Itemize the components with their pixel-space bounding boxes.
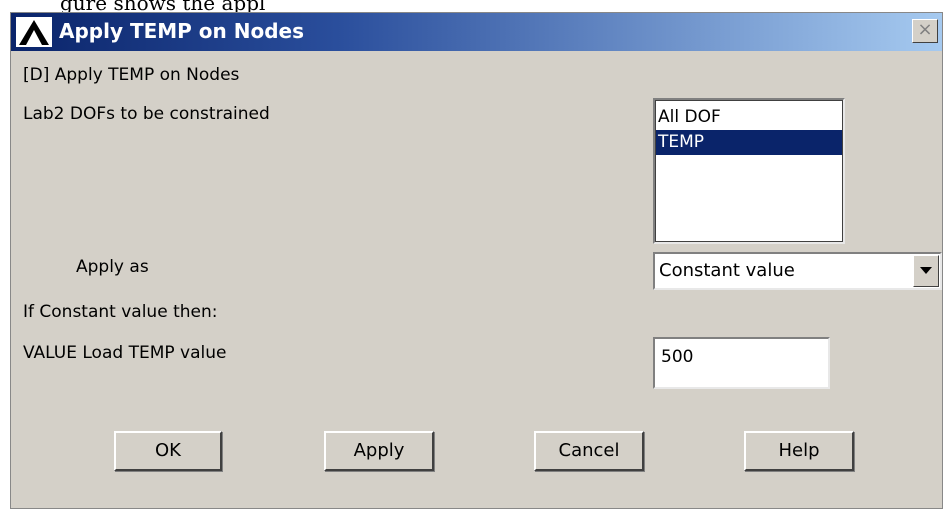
apply-temp-dialog: Apply TEMP on Nodes × [D] Apply TEMP on … xyxy=(10,12,943,509)
temp-value-input[interactable]: 500 xyxy=(653,337,830,389)
background-caption-text: gure shows the appl xyxy=(60,0,266,12)
dof-option-temp[interactable]: TEMP xyxy=(655,130,843,155)
chevron-down-icon xyxy=(920,267,932,274)
background-document-strip: gure shows the appl xyxy=(0,0,945,12)
help-button[interactable]: Help xyxy=(744,431,854,471)
form-heading: [D] Apply TEMP on Nodes xyxy=(23,65,240,85)
dialog-title: Apply TEMP on Nodes xyxy=(59,19,304,43)
title-bar[interactable]: Apply TEMP on Nodes × xyxy=(11,13,942,51)
value-label: VALUE Load TEMP value xyxy=(23,343,227,363)
close-icon[interactable]: × xyxy=(912,19,938,43)
apply-as-value: Constant value xyxy=(659,260,795,281)
dof-option-all-dof[interactable]: All DOF xyxy=(655,105,843,130)
apply-as-select[interactable]: Constant value xyxy=(653,252,942,290)
ansys-logo-icon xyxy=(16,17,52,47)
apply-as-label: Apply as xyxy=(76,257,149,277)
cancel-button[interactable]: Cancel xyxy=(534,431,644,471)
dof-listbox[interactable]: All DOF TEMP xyxy=(653,98,845,244)
ok-button[interactable]: OK xyxy=(114,431,222,471)
dropdown-button[interactable] xyxy=(913,255,939,287)
apply-button[interactable]: Apply xyxy=(324,431,434,471)
constant-note: If Constant value then: xyxy=(23,302,218,322)
lab2-label: Lab2 DOFs to be constrained xyxy=(23,104,270,124)
